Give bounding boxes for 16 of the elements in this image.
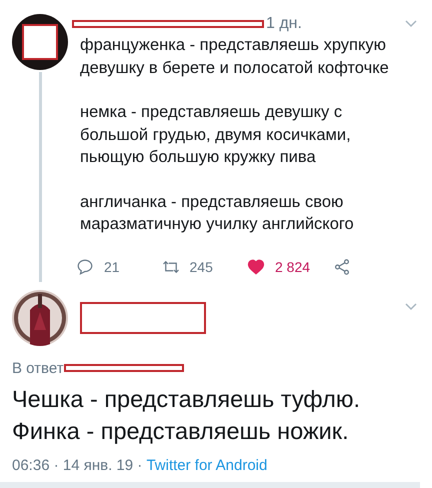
- reply-button[interactable]: 21: [76, 258, 162, 276]
- reply-to-label: В ответ: [12, 360, 64, 376]
- share-icon: [332, 258, 350, 276]
- like-button[interactable]: 2 824: [247, 258, 332, 276]
- tweet-text: Чешка - представляешь туфлю.: [12, 384, 361, 414]
- tweet-timestamp: 06:36 · 14 янв. 19 ·: [12, 456, 144, 474]
- chevron-icon[interactable]: [404, 19, 418, 29]
- tweet-time: 1 дн.: [266, 15, 302, 33]
- tweet-text: немка - представляешь девушку с большой грудью, двумя косичками, пьющую большую кружку пива: [80, 102, 352, 168]
- source-link[interactable]: Twitter for Android: [146, 456, 268, 474]
- chevron-icon[interactable]: [404, 302, 418, 312]
- retweet-button[interactable]: 245: [162, 258, 247, 276]
- tweet-text: француженка - представляешь хрупкую девушку в берете и полосатой кофточке: [80, 35, 390, 78]
- tweet-text: англичанка - представляешь свою маразматичную училку английского: [80, 192, 355, 235]
- speech-bubble-icon: [76, 258, 94, 276]
- tweet-text: Финка - представляешь ножик.: [12, 416, 350, 446]
